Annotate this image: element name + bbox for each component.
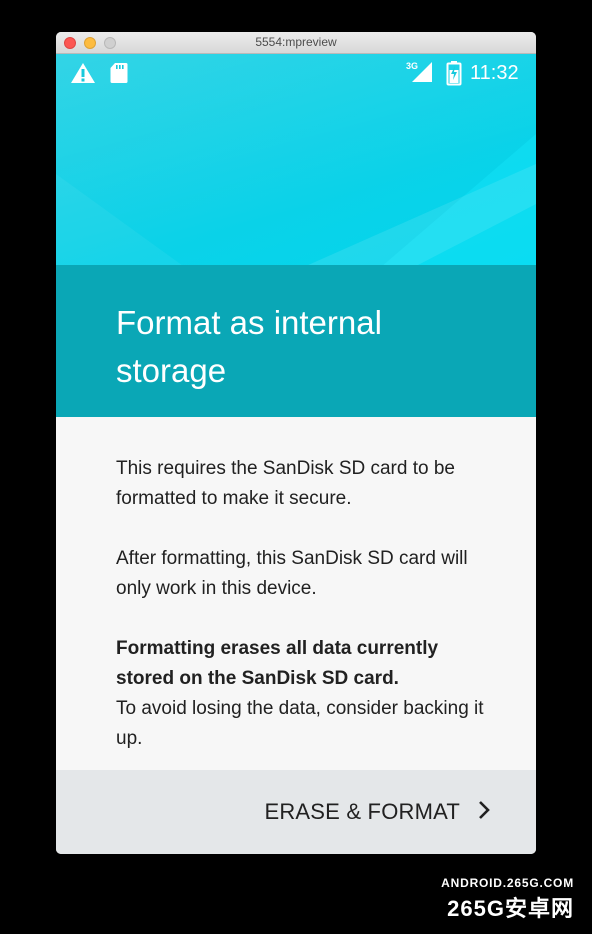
- sd-card-icon[interactable]: [110, 62, 128, 89]
- warning-icon[interactable]: [70, 62, 96, 89]
- status-clock: 11:32: [470, 62, 519, 84]
- status-bar: 3G 11:32: [56, 54, 536, 92]
- page-title: Format as internal storage: [116, 304, 382, 389]
- window-titlebar: 5554:mpreview: [56, 32, 536, 54]
- erase-format-button[interactable]: ERASE & FORMAT: [264, 792, 490, 832]
- emulator-window: 5554:mpreview 3G 11:32 Format as interna…: [56, 32, 536, 854]
- watermark: ANDROID.265G.COM 265G安卓网: [441, 876, 574, 923]
- body-paragraph-2: After formatting, this SanDisk SD card w…: [116, 548, 468, 599]
- chevron-right-icon: [478, 800, 490, 825]
- dialog-footer: ERASE & FORMAT: [56, 770, 536, 854]
- battery-charging-icon: [446, 60, 462, 91]
- warning-paragraph: Formatting erases all data currently sto…: [116, 638, 439, 689]
- signal-icon: 3G: [406, 60, 434, 89]
- body-paragraph-1: This requires the SanDisk SD card to be …: [116, 458, 455, 509]
- dialog-body: This requires the SanDisk SD card to be …: [56, 417, 536, 770]
- watermark-url: ANDROID.265G.COM: [441, 876, 574, 890]
- body-paragraph-backup: To avoid losing the data, consider backi…: [116, 698, 484, 749]
- network-type-label: 3G: [406, 61, 418, 71]
- dialog-header: Format as internal storage: [56, 265, 536, 417]
- watermark-brand: 265G安卓网: [447, 896, 574, 921]
- erase-format-label: ERASE & FORMAT: [264, 799, 460, 824]
- window-title: 5554:mpreview: [255, 35, 337, 49]
